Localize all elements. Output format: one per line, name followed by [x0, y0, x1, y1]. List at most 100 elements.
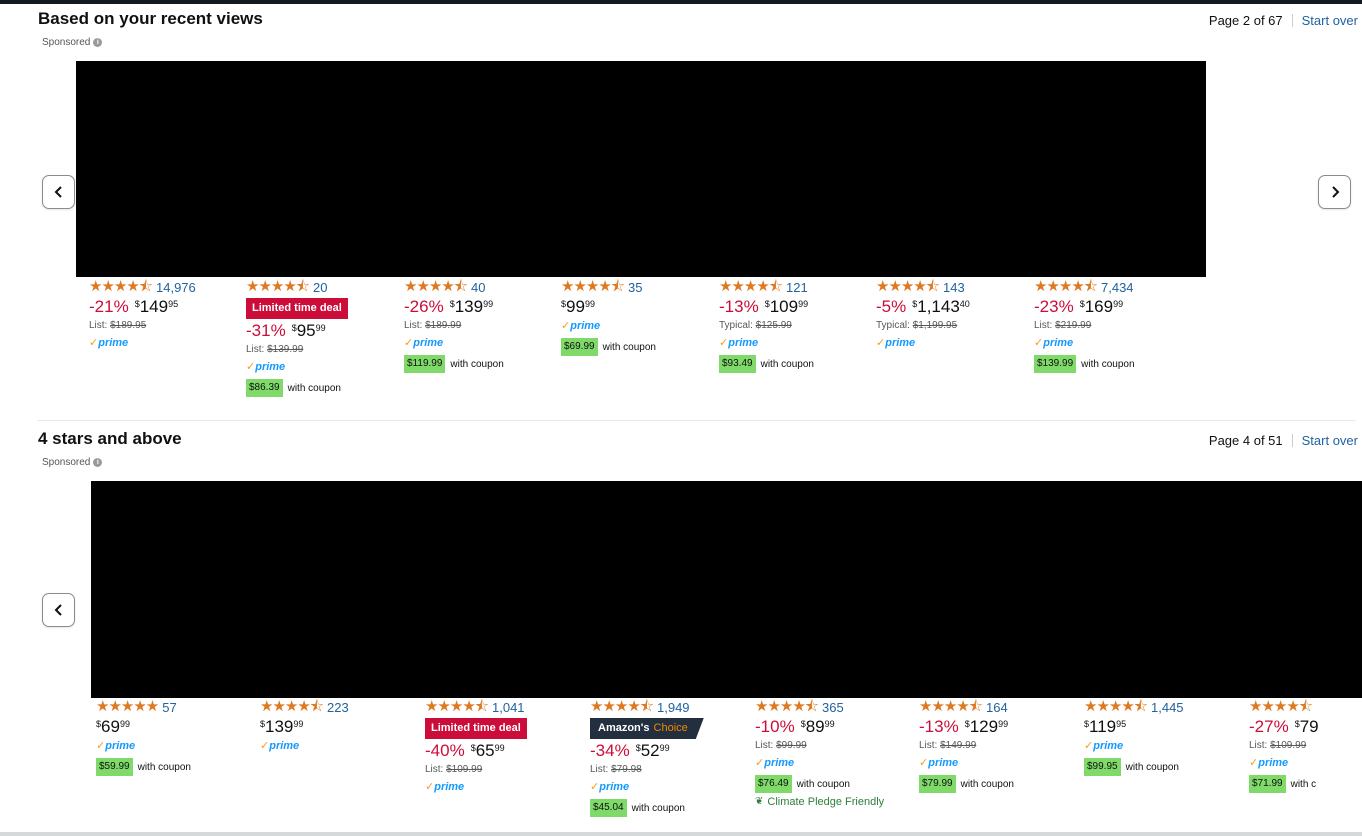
coupon-row[interactable]: $45.04 with coupon [590, 798, 704, 818]
prev-button[interactable] [42, 593, 75, 627]
prime-label: prime [1093, 740, 1124, 752]
price-whole: 79 [1299, 717, 1319, 736]
rating-row[interactable]: ★★★★⯪ 164 [919, 699, 1014, 715]
price-whole: 89 [805, 717, 825, 736]
product-card[interactable]: ★★★★⯪ 365 -10% $89 99 List: $99.99 ✓prime $76.4… [755, 699, 884, 809]
review-count-link[interactable]: 57 [162, 700, 176, 715]
prime-label: prime [599, 781, 630, 793]
price-row[interactable]: -27% $79 [1249, 717, 1362, 739]
coupon-text: with coupon [960, 778, 1014, 790]
product-card[interactable]: ★★★★⯪ -27% $79 List: $109.99 ✓prime $71.99 wit… [1249, 699, 1362, 794]
price-whole: 69 [101, 717, 120, 736]
price: $129 99 [965, 717, 1008, 737]
coupon-row[interactable]: $79.99 with coupon [919, 774, 1014, 794]
coupon-text: with coupon [137, 761, 191, 773]
star-rating-icon: ★★★★⯪ [755, 698, 819, 715]
amazons-choice-badge: Amazon's Choice [590, 718, 704, 739]
review-count-link[interactable]: 223 [327, 700, 349, 715]
sponsored-label[interactable]: Sponsored i [42, 457, 103, 468]
coupon-text: with c [1290, 778, 1317, 790]
price: $139 99 [260, 717, 303, 737]
checkmark-icon: ✓ [755, 757, 765, 769]
checkmark-icon: ✓ [425, 781, 435, 793]
star-rating-icon: ★★★★⯪ [1084, 698, 1148, 715]
review-count-link[interactable]: 1,041 [492, 700, 525, 715]
prime-label: prime [434, 781, 465, 793]
coupon-row[interactable]: $99.95 with coupon [1084, 757, 1184, 777]
product-card[interactable]: ★★★★⯪ 164 -13% $129 99 List: $149.99 ✓prime $79… [919, 699, 1014, 794]
price-whole: 139 [265, 717, 294, 736]
prime-badge: ✓prime [1084, 739, 1184, 756]
discount-percent: -40% [425, 741, 465, 760]
product-card[interactable]: ★★★★⯪ 1,949 Amazon's Choice -34% $52 99 List: $… [590, 699, 704, 818]
price-row[interactable]: -10% $89 99 [755, 717, 884, 739]
price-fraction: 99 [293, 719, 304, 729]
price-whole: 52 [640, 741, 660, 760]
price-row[interactable]: -40% $65 99 [425, 741, 527, 763]
star-rating-icon: ★★★★⯪ [260, 698, 324, 715]
list-price-value: $109.99 [1270, 740, 1307, 751]
rating-row[interactable]: ★★★★⯪ 223 [260, 699, 349, 715]
list-price: List: $79.98 [590, 763, 704, 780]
climate-label: Climate Pledge Friendly [767, 795, 885, 808]
price: $89 99 [801, 717, 835, 737]
coupon-price: $59.99 [96, 758, 133, 776]
price-row[interactable]: $139 99 [260, 717, 349, 739]
rating-row[interactable]: ★★★★⯪ 365 [755, 699, 884, 715]
coupon-price: $71.99 [1249, 775, 1286, 793]
list-price: List: $149.99 [919, 739, 1014, 756]
product-images-strip[interactable] [91, 481, 1362, 698]
checkmark-icon: ✓ [919, 757, 929, 769]
rating-row[interactable]: ★★★★★ 57 [96, 699, 191, 715]
info-icon[interactable]: i [93, 458, 103, 467]
review-count-link[interactable]: 164 [986, 700, 1008, 715]
price-row[interactable]: -34% $52 99 [590, 741, 704, 763]
rating-row[interactable]: ★★★★⯪ [1249, 699, 1362, 715]
review-count-link[interactable]: 365 [822, 700, 844, 715]
price-whole: 129 [969, 717, 999, 736]
coupon-text: with coupon [1125, 761, 1179, 773]
list-price-value: $99.99 [776, 740, 807, 751]
rating-row[interactable]: ★★★★⯪ 1,949 [590, 699, 704, 715]
section-title: 4 stars and above [38, 429, 182, 448]
coupon-price: $99.95 [1084, 758, 1121, 776]
discount-percent: -27% [1249, 717, 1289, 736]
price: $69 99 [96, 717, 130, 737]
price-row[interactable]: $119 95 [1084, 717, 1184, 739]
page-indicator: Page 4 of 51 [1208, 433, 1283, 448]
list-price: List: $109.99 [425, 763, 527, 780]
rating-row[interactable]: ★★★★⯪ 1,041 [425, 699, 527, 715]
product-card[interactable]: ★★★★⯪ 223 $139 99 ✓prime [260, 699, 349, 756]
star-rating-icon: ★★★★⯪ [590, 698, 654, 715]
star-rating-icon: ★★★★⯪ [425, 698, 489, 715]
leaf-icon: ❦ [755, 796, 764, 807]
prime-badge: ✓prime [590, 780, 704, 797]
list-price-label: List: [1249, 740, 1271, 751]
price: $119 95 [1084, 717, 1126, 737]
start-over-link[interactable]: Start over [1302, 433, 1358, 448]
list-price-label: List: [425, 764, 447, 775]
list-price-label: List: [755, 740, 777, 751]
product-card[interactable]: ★★★★⯪ 1,041 Limited time deal -40% $65 99 List… [425, 699, 527, 797]
climate-pledge-badge[interactable]: ❦ Climate Pledge Friendly [755, 794, 884, 809]
coupon-text: with coupon [796, 778, 850, 790]
product-card[interactable]: ★★★★★ 57 $69 99 ✓prime $59.99 with coupon [96, 699, 191, 777]
pager-divider [1291, 434, 1293, 447]
coupon-row[interactable]: $59.99 with coupon [96, 757, 191, 777]
prime-label: prime [105, 740, 136, 752]
rating-row[interactable]: ★★★★⯪ 1,445 [1084, 699, 1184, 715]
list-price-value: $79.98 [611, 764, 642, 775]
checkmark-icon: ✓ [96, 740, 106, 752]
coupon-row[interactable]: $76.49 with coupon [755, 774, 884, 794]
choice-label-a: Amazon's [598, 722, 650, 734]
prime-badge: ✓prime [425, 780, 527, 797]
price-row[interactable]: -13% $129 99 [919, 717, 1014, 739]
carousel-four-stars: 4 stars and above Sponsored i Page 4 of … [0, 0, 1362, 836]
coupon-row[interactable]: $71.99 with c [1249, 774, 1362, 794]
review-count-link[interactable]: 1,445 [1151, 700, 1184, 715]
discount-percent: -34% [590, 741, 630, 760]
review-count-link[interactable]: 1,949 [657, 700, 690, 715]
coupon-price: $45.04 [590, 799, 627, 817]
price-row[interactable]: $69 99 [96, 717, 191, 739]
product-card[interactable]: ★★★★⯪ 1,445 $119 95 ✓prime $99.95 with coupon [1084, 699, 1184, 777]
